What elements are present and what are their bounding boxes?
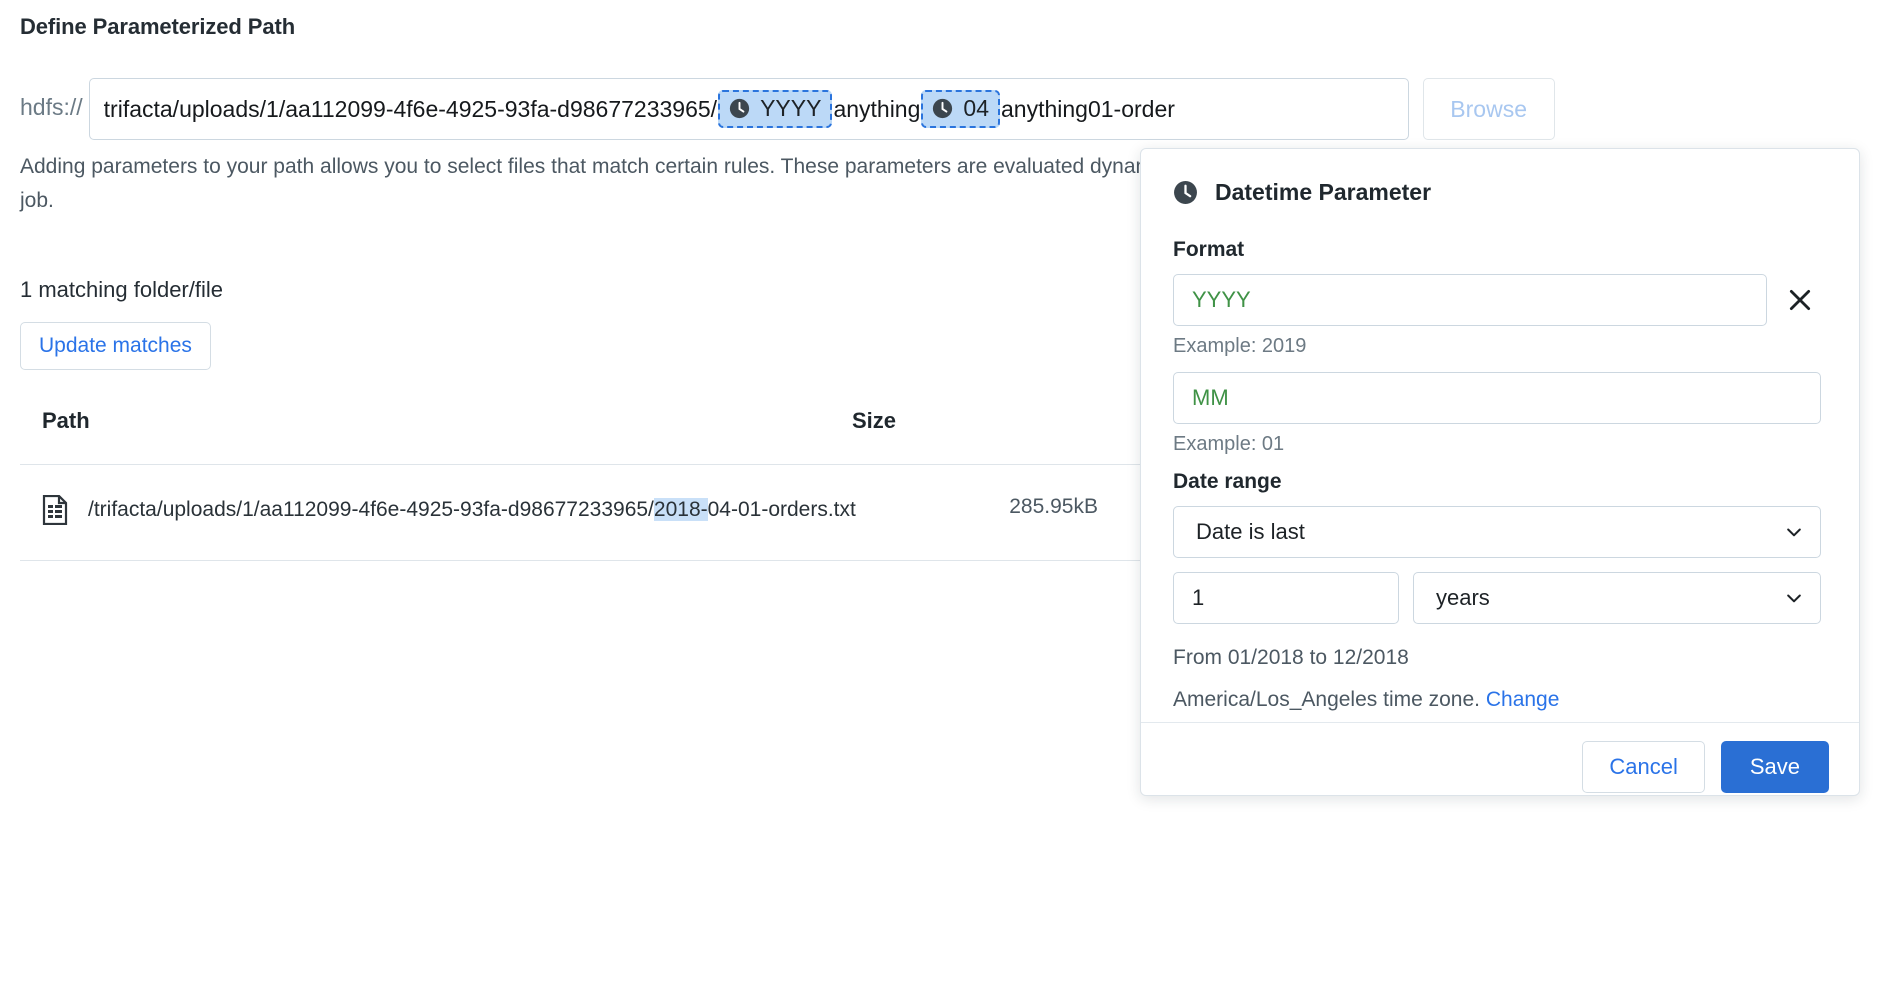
date-range-unit-select[interactable]: years [1413,572,1821,624]
column-header-path: Path [42,408,90,433]
column-header-size: Size [852,408,897,433]
row-path-text: /trifacta/uploads/1/aa112099-4f6e-4925-9… [88,493,878,526]
format-label: Format [1173,238,1245,261]
datetime-token-year[interactable]: YYYY [718,90,833,128]
clock-icon [932,98,953,119]
path-middle-text: anything [833,95,921,122]
match-count-label: 1 matching folder/file [20,277,223,302]
page-title: Define Parameterized Path [20,14,296,39]
format-input-1[interactable]: YYYY [1173,274,1767,326]
date-range-amount-input[interactable]: 1 [1173,572,1399,624]
format-example-2: Example: 01 [1173,433,1285,455]
close-icon[interactable] [1783,283,1817,317]
path-input[interactable]: trifacta/uploads/1/aa112099-4f6e-4925-93… [88,78,1409,140]
chevron-down-icon [1784,522,1804,542]
path-scheme-label: hdfs:// [20,94,83,120]
row-path-highlight: 2018- [653,498,708,521]
clock-icon [729,98,750,119]
browse-button[interactable]: Browse [1422,78,1555,140]
date-range-amount-row: 1 years [1173,572,1827,624]
path-suffix-text: anything01-order [1001,95,1175,122]
path-editor-row: hdfs:// trifacta/uploads/1/aa112099-4f6e… [20,78,1555,140]
popup-body: Datetime Parameter Format YYYY Example: … [1141,149,1859,722]
format-example-1: Example: 2019 [1173,335,1307,357]
timezone-text: America/Los_Angeles time zone. [1173,688,1480,711]
datetime-token-month-label: 04 [963,95,989,121]
date-range-label: Date range [1173,470,1282,493]
datetime-parameter-popup: Datetime Parameter Format YYYY Example: … [1140,148,1860,796]
clock-icon [1173,180,1198,205]
row-size-text: 285.95kB [1009,495,1098,518]
popup-title-row: Datetime Parameter [1173,179,1827,206]
date-range-mode-value: Date is last [1196,519,1305,544]
row-path-prefix: /trifacta/uploads/1/aa112099-4f6e-4925-9… [88,498,654,521]
timezone-change-link[interactable]: Change [1486,688,1560,711]
row-path-suffix: 04-01-orders.txt [707,498,856,521]
file-icon [42,494,68,526]
popup-footer: Cancel Save [1141,722,1859,811]
date-range-mode-select[interactable]: Date is last [1173,506,1821,558]
chevron-down-icon [1784,588,1804,608]
cancel-button[interactable]: Cancel [1582,741,1705,793]
date-range-unit-value: years [1436,585,1490,610]
format-input-2[interactable]: MM [1173,372,1821,424]
date-range-summary: From 01/2018 to 12/2018 [1173,646,1409,669]
popup-title-label: Datetime Parameter [1215,179,1432,205]
timezone-row: America/Los_Angeles time zone. Change [1173,688,1827,712]
datetime-token-year-label: YYYY [760,95,822,121]
parameterized-path-screen: Define Parameterized Path hdfs:// trifac… [0,0,1902,988]
path-prefix-text: trifacta/uploads/1/aa112099-4f6e-4925-93… [103,95,718,122]
datetime-token-month[interactable]: 04 [921,90,1000,128]
update-matches-button[interactable]: Update matches [20,322,211,370]
format-row-1: YYYY [1173,274,1827,326]
save-button[interactable]: Save [1720,741,1829,793]
